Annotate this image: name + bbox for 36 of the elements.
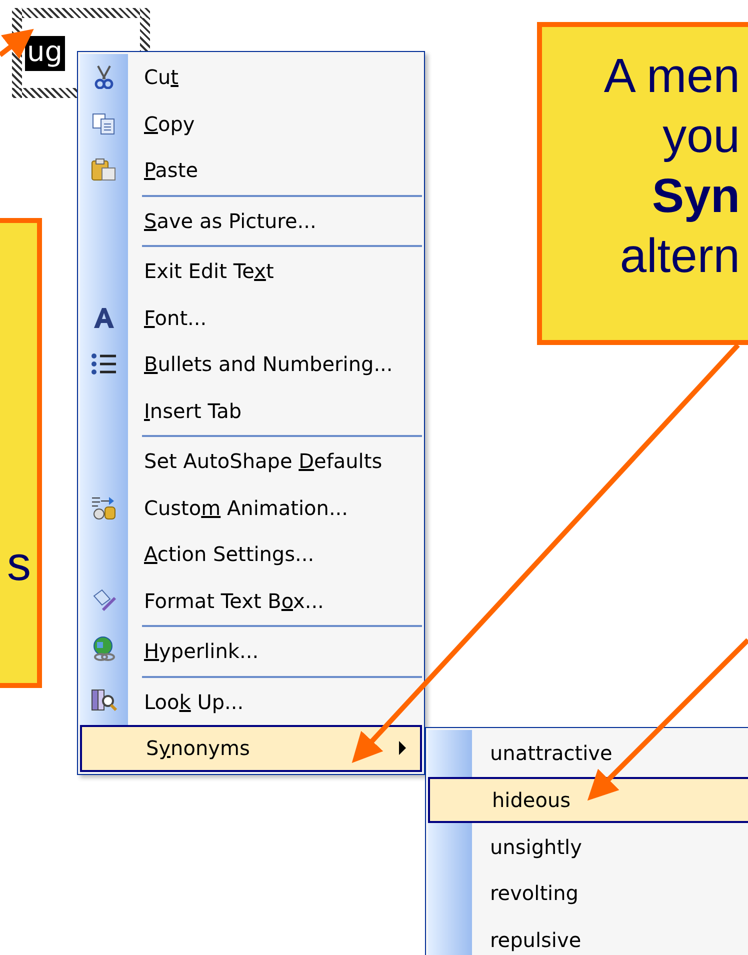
menu-item[interactable]: Bullets and Numbering...	[80, 341, 422, 388]
clipboard-icon	[91, 158, 117, 182]
callout-text: Syn	[652, 169, 740, 225]
menu-item[interactable]: Set AutoShape Defaults	[80, 434, 422, 484]
letter-a-icon	[92, 306, 116, 330]
selected-word: ug	[25, 36, 65, 70]
submenu-item[interactable]: hideous	[428, 776, 748, 824]
menu-item[interactable]: Font...	[80, 294, 422, 341]
menu-item[interactable]: Action Settings...	[80, 531, 422, 578]
bulleted-list-icon	[91, 353, 117, 376]
menu-item[interactable]: Copy	[80, 100, 422, 147]
paint-brush-icon	[91, 588, 117, 614]
submenu-item[interactable]: revolting	[428, 870, 748, 917]
submenu-item[interactable]: repulsive	[428, 916, 748, 955]
animation-icon	[91, 494, 117, 521]
callout-text: altern	[620, 229, 740, 285]
book-magnifier-icon	[91, 686, 117, 713]
submenu-arrow-icon	[399, 741, 406, 756]
menu-item[interactable]: Look Up...	[80, 674, 422, 725]
menu-item[interactable]: Custom Animation...	[80, 484, 422, 531]
menu-item[interactable]: Format Text Box...	[80, 578, 422, 624]
submenu-item[interactable]: unsightly	[428, 823, 748, 870]
menu-item[interactable]: Insert Tab	[80, 388, 422, 434]
copy-icon	[92, 112, 116, 135]
menu-item[interactable]: Hyperlink...	[80, 624, 422, 674]
callout-text: A men	[604, 49, 740, 105]
callout-text: s	[7, 541, 31, 589]
menu-item[interactable]: Cut	[80, 54, 422, 100]
submenu-item[interactable]: unattractive	[428, 730, 748, 777]
menu-item[interactable]: Exit Edit Text	[80, 244, 422, 294]
scissors-icon	[93, 65, 115, 90]
menu-item[interactable]: Paste	[80, 147, 422, 194]
menu-item[interactable]: Save as Picture...	[80, 194, 422, 244]
globe-link-icon	[91, 636, 117, 662]
callout-text: you	[662, 109, 740, 165]
menu-item[interactable]: Synonyms	[80, 725, 422, 772]
